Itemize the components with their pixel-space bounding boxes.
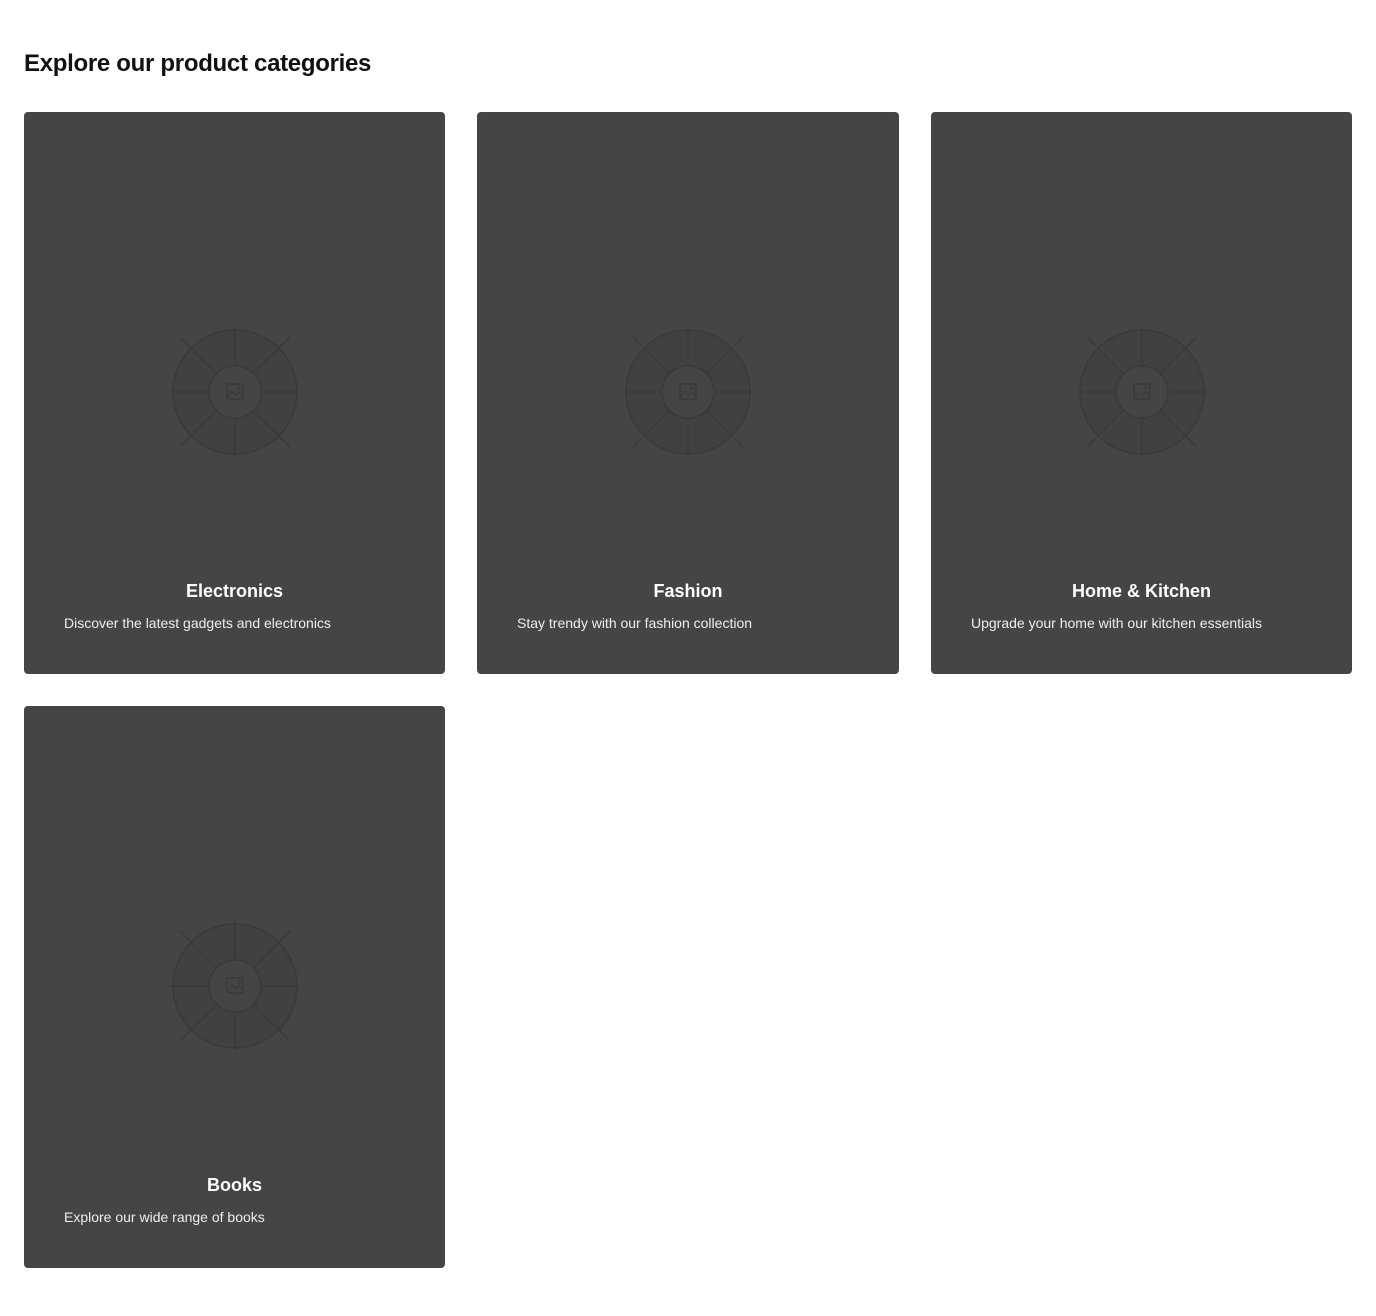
- category-card-fashion[interactable]: Fashion Stay trendy with our fashion col…: [477, 112, 899, 674]
- category-title: Books: [206, 1175, 262, 1195]
- category-grid: Electronics Discover the latest gadgets …: [24, 112, 1352, 1268]
- category-card-electronics[interactable]: Electronics Discover the latest gadgets …: [24, 112, 445, 674]
- category-description: Upgrade your home with our kitchen essen…: [971, 615, 1263, 631]
- card-body: Fashion Stay trendy with our fashion col…: [517, 578, 859, 633]
- image-placeholder-icon: [160, 317, 310, 467]
- image-placeholder-icon: [613, 317, 763, 467]
- card-body: Electronics Discover the latest gadgets …: [64, 578, 405, 633]
- category-description: Discover the latest gadgets and electron…: [64, 615, 331, 631]
- category-description: Stay trendy with our fashion collection: [517, 615, 753, 631]
- category-title: Electronics: [185, 581, 284, 601]
- category-title: Fashion: [653, 581, 723, 601]
- image-placeholder-icon: [1067, 317, 1217, 467]
- page-title: Explore our product categories: [24, 50, 372, 77]
- category-description: Explore our wide range of books: [64, 1209, 265, 1225]
- image-placeholder-icon: [160, 911, 310, 1061]
- card-body: Books Explore our wide range of books: [64, 1172, 405, 1227]
- category-card-books[interactable]: Books Explore our wide range of books: [24, 706, 445, 1268]
- card-body: Home & Kitchen Upgrade your home with ou…: [971, 578, 1312, 633]
- category-title: Home & Kitchen: [1071, 581, 1212, 601]
- category-card-home-kitchen[interactable]: Home & Kitchen Upgrade your home with ou…: [931, 112, 1352, 674]
